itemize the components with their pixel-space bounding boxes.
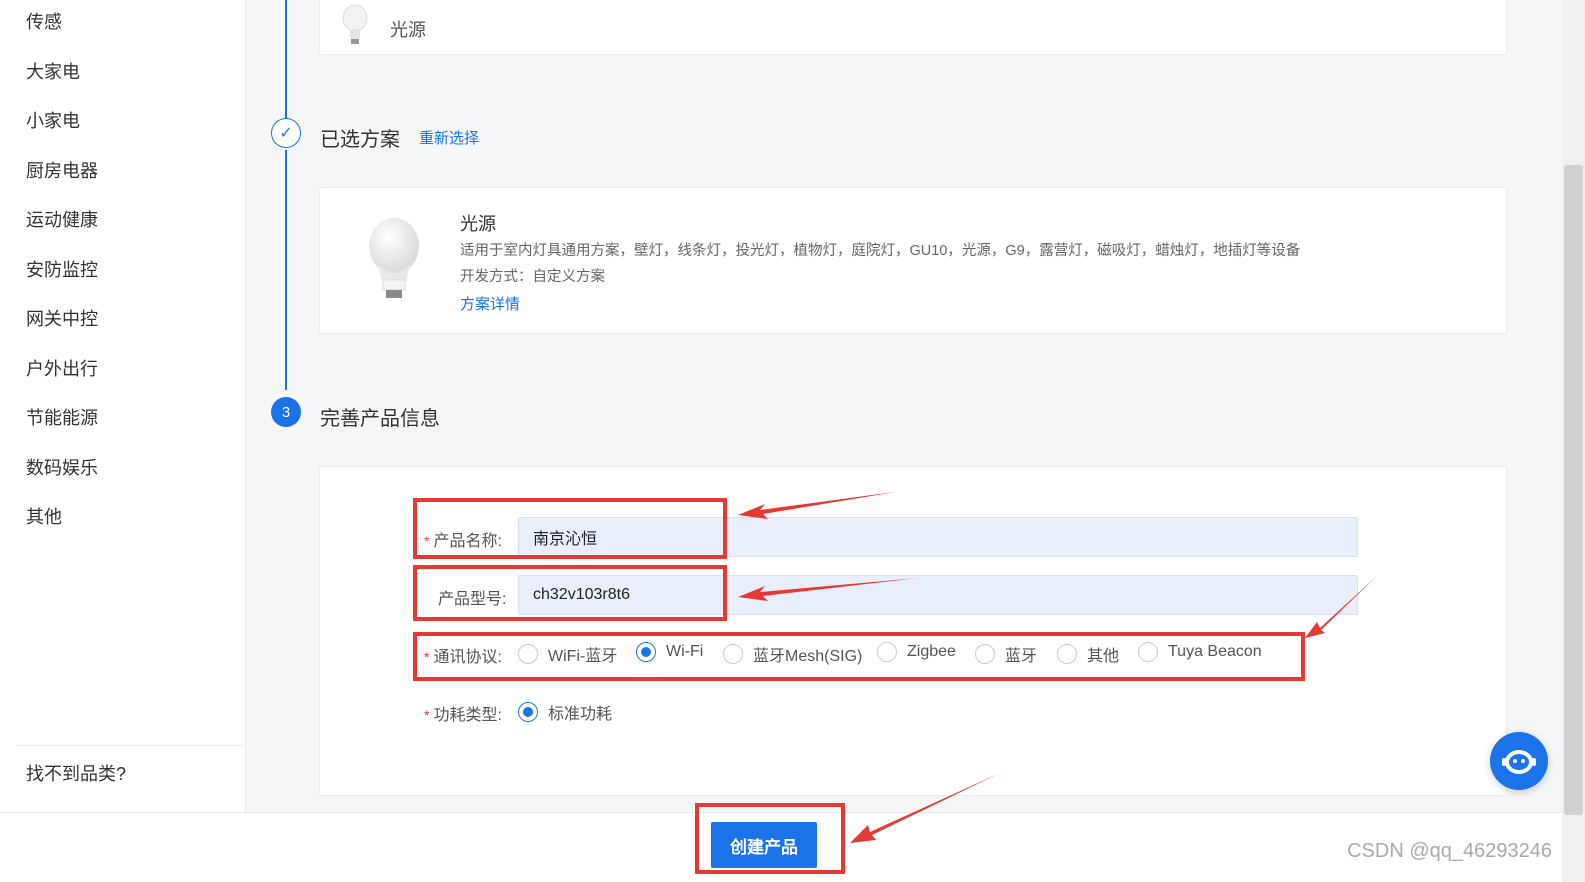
annotation-box-protocol: [413, 632, 1305, 681]
timeline-line-1: [285, 0, 287, 118]
power-standard-radio[interactable]: 标准功耗: [518, 700, 612, 724]
category-small-appliance[interactable]: 小家电: [26, 107, 80, 133]
sidebar-divider: [16, 745, 244, 746]
main-content: 光源 ✓ 已选方案 重新选择 光源 适用于室内灯具通用方案，壁灯，线条灯，投光灯…: [246, 0, 1562, 812]
power-type-label: * 功耗类型:: [424, 707, 502, 724]
solution-description: 适用于室内灯具通用方案，壁灯，线条灯，投光灯，植物灯，庭院灯，GU10，光源，G…: [460, 243, 1301, 259]
step2-title: 已选方案: [320, 129, 400, 151]
timeline-line-2: [285, 150, 287, 390]
scrollbar-thumb[interactable]: [1564, 165, 1583, 815]
csdn-watermark: CSDN @qq_46293246: [1347, 840, 1552, 862]
category-card-light[interactable]: 光源: [319, 0, 1507, 55]
light-bulb-icon: [369, 218, 419, 298]
category-sensor[interactable]: 传感: [26, 8, 62, 34]
annotation-box-model: [413, 565, 727, 621]
category-outdoor[interactable]: 户外出行: [26, 355, 98, 381]
category-gateway[interactable]: 网关中控: [26, 305, 98, 331]
category-energy[interactable]: 节能能源: [26, 404, 98, 430]
light-bulb-icon: [342, 4, 368, 44]
category-major-appliance[interactable]: 大家电: [26, 58, 80, 84]
category-not-found-link[interactable]: 找不到品类?: [26, 760, 126, 786]
solution-detail-link[interactable]: 方案详情: [460, 293, 520, 314]
category-security[interactable]: 安防监控: [26, 256, 98, 282]
selected-solution-card: 光源 适用于室内灯具通用方案，壁灯，线条灯，投光灯，植物灯，庭院灯，GU10，光…: [319, 187, 1507, 334]
annotation-box-name: [413, 498, 727, 559]
annotation-box-create: [695, 803, 845, 874]
step-3-badge: 3: [271, 397, 301, 427]
category-kitchen[interactable]: 厨房电器: [26, 157, 98, 183]
category-sidebar: 传感 大家电 小家电 厨房电器 运动健康 安防监控 网关中控 户外出行 节能能源…: [0, 0, 246, 812]
robot-chat-icon: [1502, 750, 1536, 774]
category-digital[interactable]: 数码娱乐: [26, 454, 98, 480]
step3-title: 完善产品信息: [320, 408, 440, 430]
category-sports-health[interactable]: 运动健康: [26, 206, 98, 232]
page-scrollbar[interactable]: [1562, 0, 1585, 882]
category-card-name: 光源: [390, 20, 426, 40]
reselect-link[interactable]: 重新选择: [419, 127, 479, 148]
customer-service-button[interactable]: [1490, 732, 1548, 790]
category-other[interactable]: 其他: [26, 503, 62, 529]
step-done-check-icon: ✓: [271, 118, 301, 148]
solution-name: 光源: [460, 214, 496, 234]
solution-dev-mode: 开发方式：自定义方案: [460, 269, 605, 285]
